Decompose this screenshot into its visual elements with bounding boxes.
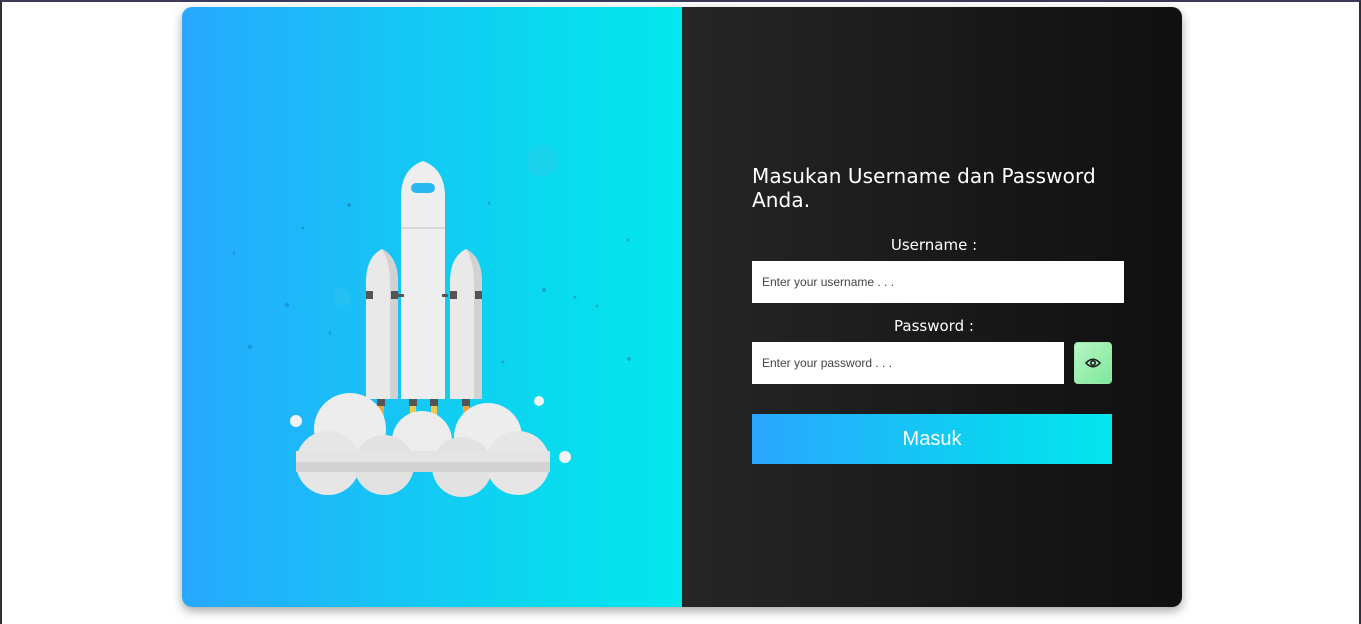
password-input[interactable] [752,342,1064,384]
launch-clouds [290,393,571,497]
form-title: Masukan Username dan Password Anda. [752,164,1096,212]
username-input[interactable] [752,261,1124,303]
rocket-launch-illustration [232,145,631,497]
login-card: Masukan Username dan Password Anda. User… [182,7,1182,607]
rocket-body [398,161,448,399]
faint-planet-small [333,288,351,306]
toggle-password-button[interactable] [1074,342,1112,384]
password-label: Password : [894,317,974,335]
faint-planet [526,145,558,177]
username-label: Username : [890,236,978,254]
login-submit-button[interactable]: Masuk [752,414,1112,464]
login-form-panel: Masukan Username dan Password Anda. User… [682,7,1182,607]
eye-icon [1085,358,1101,368]
illustration-panel [182,7,682,607]
